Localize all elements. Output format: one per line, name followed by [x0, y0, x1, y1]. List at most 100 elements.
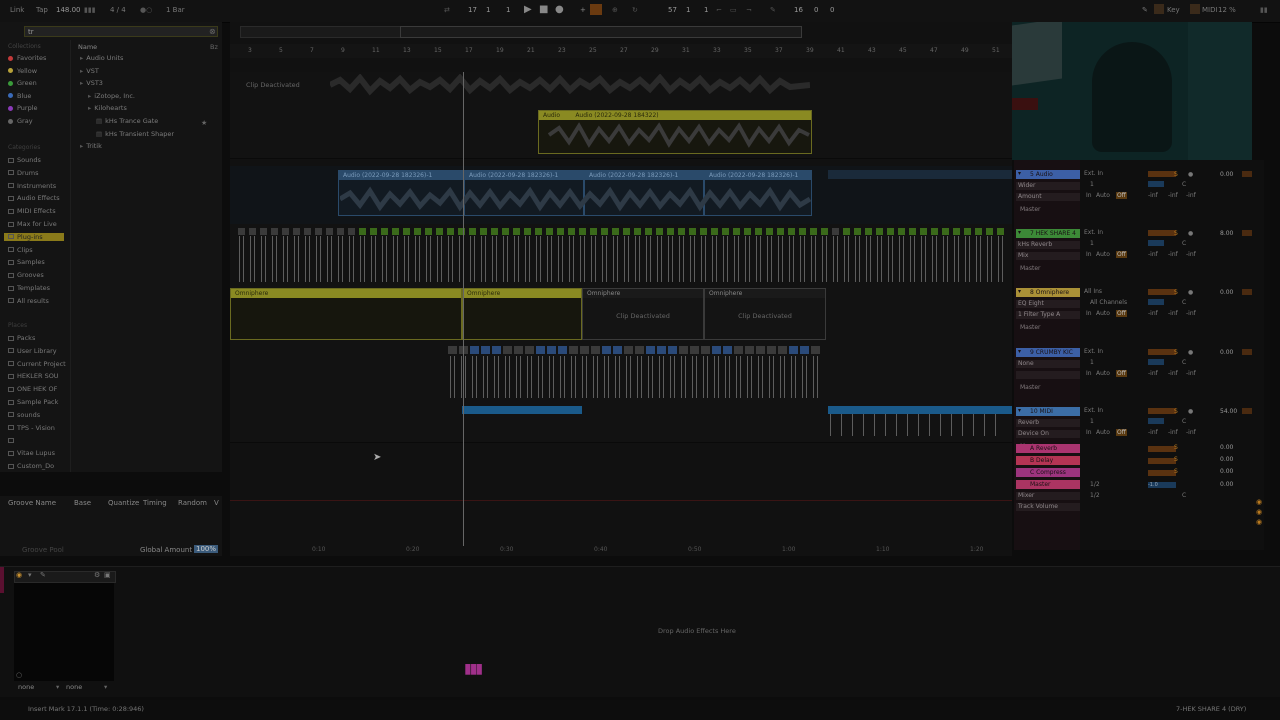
arm-button[interactable]: ● — [1188, 349, 1193, 356]
sort-icon[interactable]: Bz — [210, 43, 218, 51]
midi-clip-header[interactable] — [436, 228, 443, 235]
place-item[interactable]: Current Project — [8, 360, 66, 368]
track-gain-value[interactable]: 54.00 — [1220, 408, 1237, 415]
monitor-in-button[interactable]: In — [1086, 429, 1092, 436]
track-activator-button[interactable] — [1148, 230, 1176, 236]
device-display[interactable] — [14, 583, 114, 681]
midi-clip-header[interactable] — [865, 228, 872, 235]
midi-clip-header[interactable] — [656, 228, 663, 235]
midi-map-label[interactable]: MIDI — [1202, 6, 1218, 14]
solo-button[interactable]: S — [1174, 230, 1178, 237]
midi-clip-header[interactable] — [568, 228, 575, 235]
midi-clip-header[interactable] — [535, 228, 542, 235]
midi-clip-header[interactable] — [326, 228, 333, 235]
midi-clip-header[interactable] — [623, 228, 630, 235]
midi-clip-header[interactable] — [909, 228, 916, 235]
midi-clip-header[interactable] — [689, 228, 696, 235]
return-solo-button[interactable]: S — [1174, 468, 1178, 475]
midi-clip-header[interactable] — [821, 228, 828, 235]
clear-search-icon[interactable]: ⊗ — [209, 27, 216, 36]
monitor-auto-button[interactable]: Auto — [1096, 429, 1110, 436]
automation-arm-icon[interactable] — [590, 4, 602, 15]
midi-clip-header[interactable] — [667, 228, 674, 235]
audio-from-select[interactable]: Ext. In — [1084, 407, 1103, 414]
pan-knob[interactable] — [1148, 299, 1164, 305]
global-amount-value[interactable]: 100% — [194, 545, 219, 553]
tree-item[interactable]: ▸ VST3 — [80, 79, 103, 87]
midi-clip-header[interactable] — [447, 228, 454, 235]
midi-clip-header[interactable] — [700, 228, 707, 235]
midi-clip-header[interactable] — [579, 228, 586, 235]
midi-clip-header[interactable] — [491, 228, 498, 235]
category-templates[interactable]: Templates — [8, 284, 50, 292]
midi-clip-header[interactable] — [590, 228, 597, 235]
midi-clip-header[interactable] — [557, 228, 564, 235]
crossfade-button[interactable]: C — [1182, 418, 1186, 425]
midi-clip-header[interactable] — [524, 228, 531, 235]
midi-clip-header[interactable] — [722, 228, 729, 235]
kick-clip-header[interactable] — [789, 346, 798, 354]
track-activator-button[interactable] — [1148, 408, 1176, 414]
kick-clip-header[interactable] — [591, 346, 600, 354]
punch-out-icon[interactable]: ¬ — [746, 6, 752, 14]
draw-mode-icon[interactable]: ✎ — [770, 6, 776, 14]
monitor-off-button[interactable]: Off — [1116, 310, 1127, 317]
kick-clip-header[interactable] — [525, 346, 534, 354]
monitor-auto-button[interactable]: Auto — [1096, 370, 1110, 377]
favorite-star-icon[interactable]: ★ — [201, 119, 207, 127]
place-item[interactable]: Sample Pack — [8, 398, 58, 406]
track-activator-button[interactable] — [1148, 171, 1176, 177]
follow-icon[interactable]: ⇄ — [444, 6, 450, 14]
place-item[interactable]: TPS - Vision — [8, 424, 55, 432]
tree-item[interactable]: ▸ Kilohearts — [88, 104, 127, 112]
monitor-in-button[interactable]: In — [1086, 370, 1092, 377]
track-activator-button[interactable] — [1148, 289, 1176, 295]
midi-clip-header[interactable] — [733, 228, 740, 235]
omni-clip-2[interactable]: Omniphere — [462, 288, 582, 340]
kick-clip-header[interactable] — [657, 346, 666, 354]
monitor-auto-button[interactable]: Auto — [1096, 310, 1110, 317]
monitor-in-button[interactable]: In — [1086, 251, 1092, 258]
midi-clip-header[interactable] — [898, 228, 905, 235]
return-activator-button[interactable] — [1148, 458, 1176, 464]
midi-clip-header[interactable] — [249, 228, 256, 235]
kick-clip-header[interactable] — [767, 346, 776, 354]
loop-switch-icon[interactable]: ▭ — [730, 6, 737, 14]
midi-clip-header[interactable] — [887, 228, 894, 235]
crumby-kick-clips[interactable] — [448, 346, 828, 400]
track-gain-value[interactable]: 0.00 — [1220, 171, 1233, 178]
kick-clip-header[interactable] — [492, 346, 501, 354]
midi-clip-header[interactable] — [370, 228, 377, 235]
return-gain-value[interactable]: 0.00 — [1220, 456, 1233, 463]
collection-green[interactable]: Green — [8, 79, 37, 87]
midi-clip-header[interactable] — [403, 228, 410, 235]
kick-clip-header[interactable] — [547, 346, 556, 354]
kick-clip-header[interactable] — [712, 346, 721, 354]
category-all-results[interactable]: All results — [8, 297, 49, 305]
hek-share-midi-clips[interactable] — [238, 228, 1012, 284]
collection-purple[interactable]: Purple — [8, 104, 38, 112]
midi-clip-header[interactable] — [788, 228, 795, 235]
kick-clip-header[interactable] — [613, 346, 622, 354]
kick-clip-header[interactable] — [602, 346, 611, 354]
kick-clip-header[interactable] — [448, 346, 457, 354]
key-map-icon[interactable] — [1154, 4, 1164, 14]
kick-clip-header[interactable] — [679, 346, 688, 354]
midi-clip-header[interactable] — [975, 228, 982, 235]
midi-clip-header[interactable] — [920, 228, 927, 235]
midi-clip-header[interactable] — [876, 228, 883, 235]
name-column-header[interactable]: Name — [78, 43, 97, 51]
category-midi-effects[interactable]: MIDI Effects — [8, 207, 56, 215]
monitor-in-button[interactable]: In — [1086, 310, 1092, 317]
place-item[interactable]: User Library — [8, 347, 57, 355]
midi-clip-header[interactable] — [425, 228, 432, 235]
midi-clip-2[interactable] — [828, 406, 1012, 414]
punch-in-icon[interactable]: ⌐ — [716, 6, 722, 14]
place-item[interactable]: ONE HEK OF — [8, 385, 57, 393]
collection-yellow[interactable]: Yellow — [8, 67, 37, 75]
place-item[interactable] — [8, 436, 17, 444]
kick-clip-header[interactable] — [635, 346, 644, 354]
arm-button[interactable]: ● — [1188, 171, 1193, 178]
side-toggle-icon[interactable]: ◉ — [1256, 498, 1262, 506]
midi-clip-header[interactable] — [282, 228, 289, 235]
